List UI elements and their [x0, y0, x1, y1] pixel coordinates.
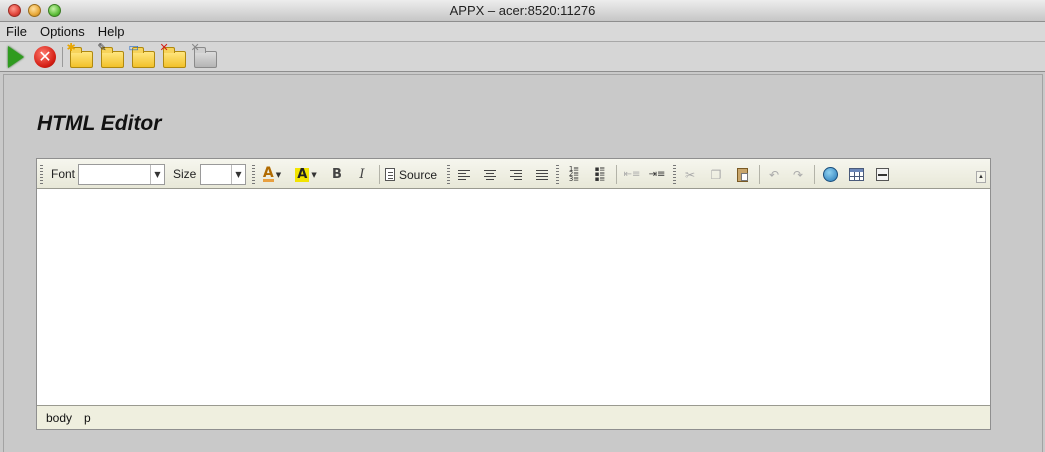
- numbered-list-button[interactable]: 1≡ 2≡ 3≡: [564, 165, 584, 184]
- delete-folder-button[interactable]: ✕: [160, 42, 187, 70]
- size-select[interactable]: ▼: [200, 164, 246, 185]
- copy-button[interactable]: ❐: [706, 165, 726, 184]
- undo-button[interactable]: ↶: [765, 165, 783, 184]
- insert-table-button[interactable]: [846, 165, 866, 184]
- page-title: HTML Editor: [37, 112, 162, 135]
- html-editor: Font ▼ Size ▼ A ▼ A ▼ B I Source 1≡ 2≡ 3…: [36, 158, 991, 430]
- source-button[interactable]: Source: [385, 165, 443, 184]
- chevron-down-icon: ▼: [231, 165, 245, 184]
- align-justify-button[interactable]: [533, 165, 551, 184]
- scissors-icon: ✂: [684, 167, 696, 182]
- toolbar-separator: [616, 165, 617, 184]
- toolbar-grip[interactable]: [40, 165, 43, 184]
- align-left-icon: [458, 169, 470, 180]
- play-icon: [8, 46, 24, 68]
- align-right-icon: [510, 169, 522, 180]
- copy-icon: ❐: [710, 167, 722, 182]
- bullet-list-icon: ▪≡ ▪≡ ▪≡: [594, 165, 606, 183]
- font-select[interactable]: ▼: [78, 164, 165, 185]
- toolbar-grip: [252, 165, 255, 184]
- title-bar: APPX – acer:8520:11276: [0, 0, 1045, 22]
- path-element-p[interactable]: p: [84, 411, 91, 425]
- source-label: Source: [399, 167, 438, 182]
- horizontal-rule-icon: [875, 168, 889, 181]
- menu-bar: File Options Help: [0, 22, 1045, 42]
- align-justify-icon: [536, 169, 548, 180]
- path-element-body[interactable]: body: [46, 411, 72, 425]
- italic-button[interactable]: I: [354, 165, 370, 184]
- align-left-button[interactable]: [455, 165, 473, 184]
- align-center-button[interactable]: [481, 165, 499, 184]
- menu-help[interactable]: Help: [98, 24, 125, 39]
- folder-delete-icon: ✕: [160, 42, 186, 68]
- toolbar-grip: [556, 165, 559, 184]
- menu-file[interactable]: File: [6, 24, 27, 39]
- indent-button[interactable]: ⇥≡: [647, 165, 667, 184]
- paste-button[interactable]: [732, 165, 752, 184]
- outdent-icon: ⇤≡: [623, 169, 641, 180]
- run-button[interactable]: [3, 44, 29, 70]
- edit-folder-button[interactable]: ✎: [98, 42, 125, 70]
- clipboard-icon: [736, 167, 748, 182]
- toolbar-grip: [447, 165, 450, 184]
- globe-link-icon: [822, 167, 838, 182]
- folder-disabled-icon: ✕: [191, 42, 217, 68]
- main-toolbar: ✕ ✱ ✎ ▭ ✕ ✕: [0, 42, 1045, 72]
- text-color-icon: A: [262, 165, 274, 182]
- undo-icon: ↶: [768, 167, 780, 182]
- highlight-color-icon: A: [295, 166, 310, 182]
- toolbar-separator: [62, 47, 63, 67]
- outdent-button[interactable]: ⇤≡: [622, 165, 642, 184]
- align-center-icon: [484, 169, 496, 180]
- numbered-list-icon: 1≡ 2≡ 3≡: [568, 165, 580, 183]
- bullet-list-button[interactable]: ▪≡ ▪≡ ▪≡: [590, 165, 610, 184]
- table-icon: [848, 168, 864, 181]
- indent-icon: ⇥≡: [648, 169, 666, 180]
- toolbar-separator: [379, 165, 380, 184]
- insert-link-button[interactable]: [820, 165, 840, 184]
- chevron-down-icon: ▼: [275, 170, 282, 179]
- stop-button[interactable]: ✕: [32, 44, 58, 70]
- new-folder-button[interactable]: ✱: [67, 42, 94, 70]
- redo-button[interactable]: ↷: [789, 165, 807, 184]
- horizontal-rule-button[interactable]: [872, 165, 892, 184]
- menu-options[interactable]: Options: [40, 24, 85, 39]
- disabled-folder-button[interactable]: ✕: [191, 42, 218, 70]
- folder-open-icon: ▭: [129, 42, 155, 68]
- collapse-toolbar-button[interactable]: ▲: [976, 171, 986, 183]
- window-title: APPX – acer:8520:11276: [449, 3, 596, 18]
- toolbar-grip: [673, 165, 676, 184]
- toolbar-separator: [814, 165, 815, 184]
- cut-button[interactable]: ✂: [680, 165, 700, 184]
- editor-toolbar: Font ▼ Size ▼ A ▼ A ▼ B I Source 1≡ 2≡ 3…: [37, 159, 990, 189]
- size-label: Size: [173, 167, 197, 181]
- folder-edit-icon: ✎: [98, 42, 124, 68]
- background-color-button[interactable]: A ▼: [293, 165, 319, 184]
- bold-button[interactable]: B: [329, 165, 345, 184]
- chevron-down-icon: ▼: [311, 170, 317, 179]
- stop-icon: ✕: [34, 46, 56, 68]
- document-icon: [385, 168, 395, 181]
- chevron-down-icon: ▼: [150, 165, 164, 184]
- folder-new-icon: ✱: [67, 42, 93, 68]
- element-path-bar: body p: [37, 405, 990, 429]
- redo-icon: ↷: [792, 167, 804, 182]
- text-color-button[interactable]: A ▼: [259, 165, 285, 184]
- toolbar-separator: [759, 165, 760, 184]
- align-right-button[interactable]: [507, 165, 525, 184]
- editor-content-area[interactable]: [37, 189, 990, 405]
- font-label: Font: [51, 167, 76, 181]
- open-folder-button[interactable]: ▭: [129, 42, 156, 70]
